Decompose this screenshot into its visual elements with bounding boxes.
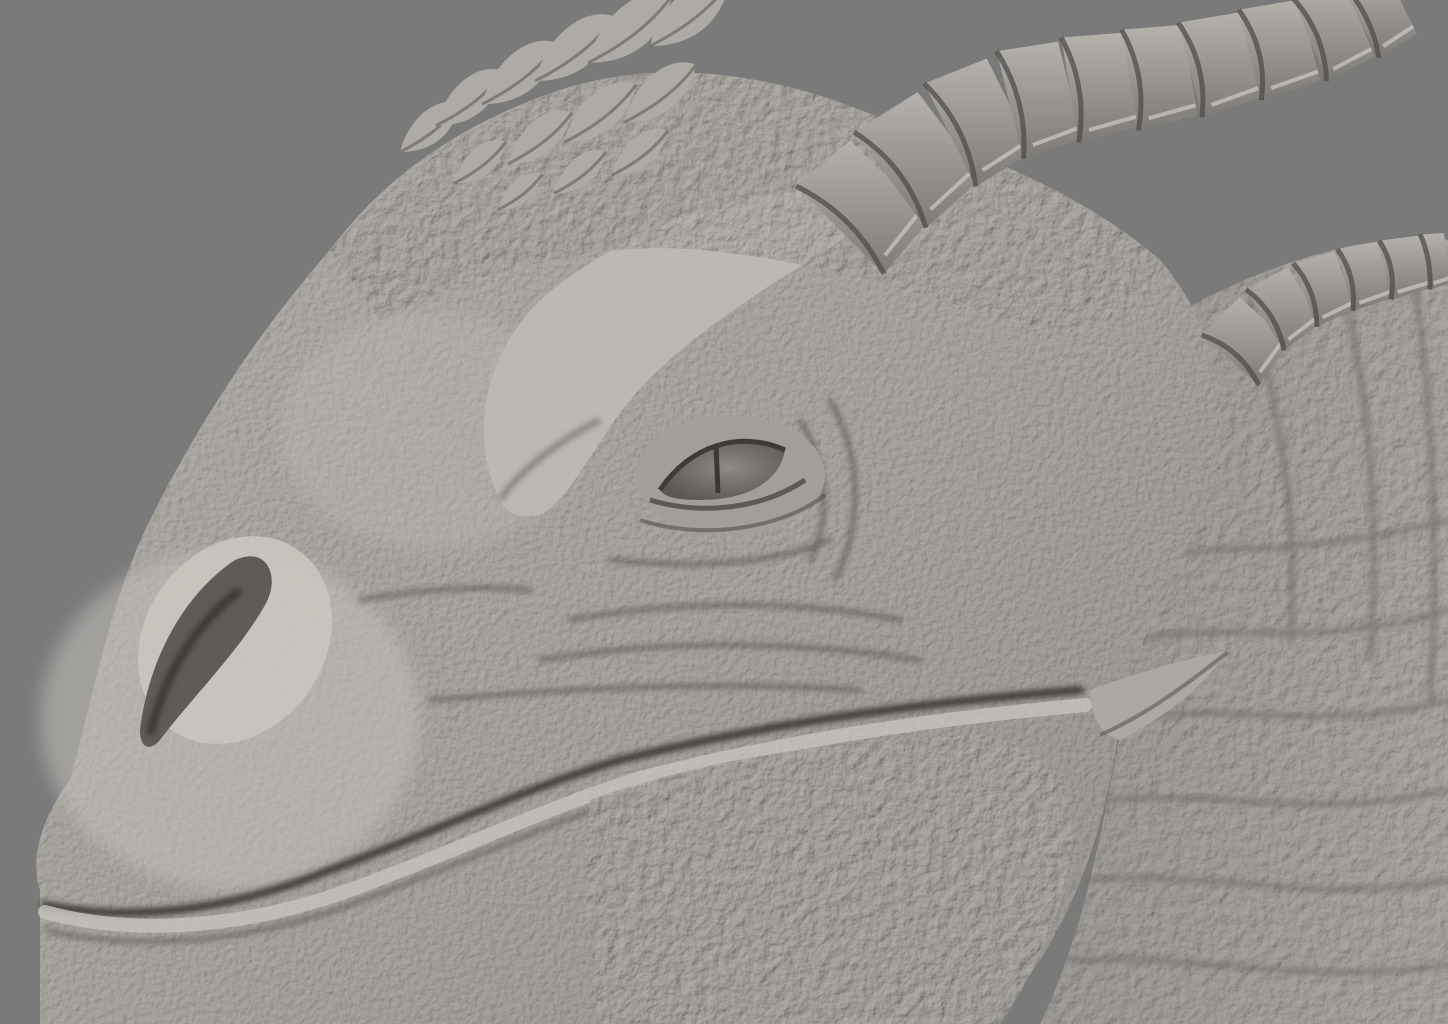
eye <box>635 415 827 535</box>
render-viewport <box>0 0 1448 1024</box>
dragon-head-render <box>0 0 1448 1024</box>
